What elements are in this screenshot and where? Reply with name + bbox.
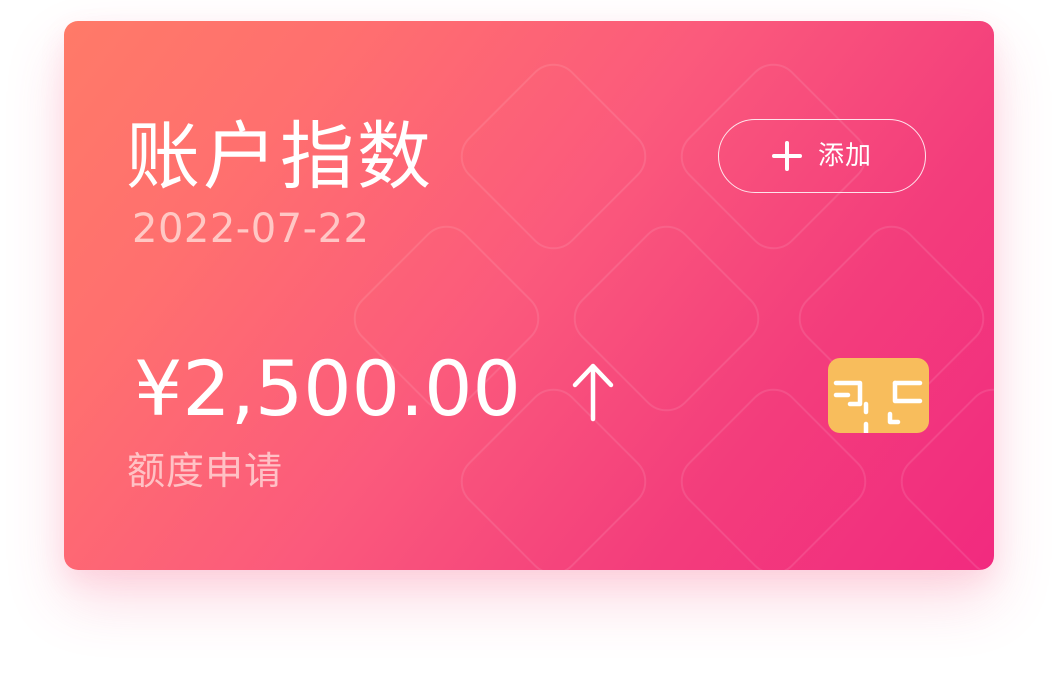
card-chip-icon [828, 358, 929, 433]
card-date: 2022-07-22 [132, 206, 370, 252]
arrow-up-icon [572, 363, 614, 422]
page: 账户指数 2022-07-22 添加 ¥2,500.00 额度申请 [0, 0, 1058, 678]
balance-amount: ¥2,500.00 [134, 344, 521, 433]
card-title: 账户指数 [126, 114, 434, 200]
add-button-label: 添加 [817, 141, 872, 171]
add-button[interactable]: 添加 [718, 119, 926, 193]
account-card: 账户指数 2022-07-22 添加 ¥2,500.00 额度申请 [64, 21, 994, 570]
credit-application-label: 额度申请 [127, 449, 284, 493]
plus-icon [771, 141, 802, 171]
